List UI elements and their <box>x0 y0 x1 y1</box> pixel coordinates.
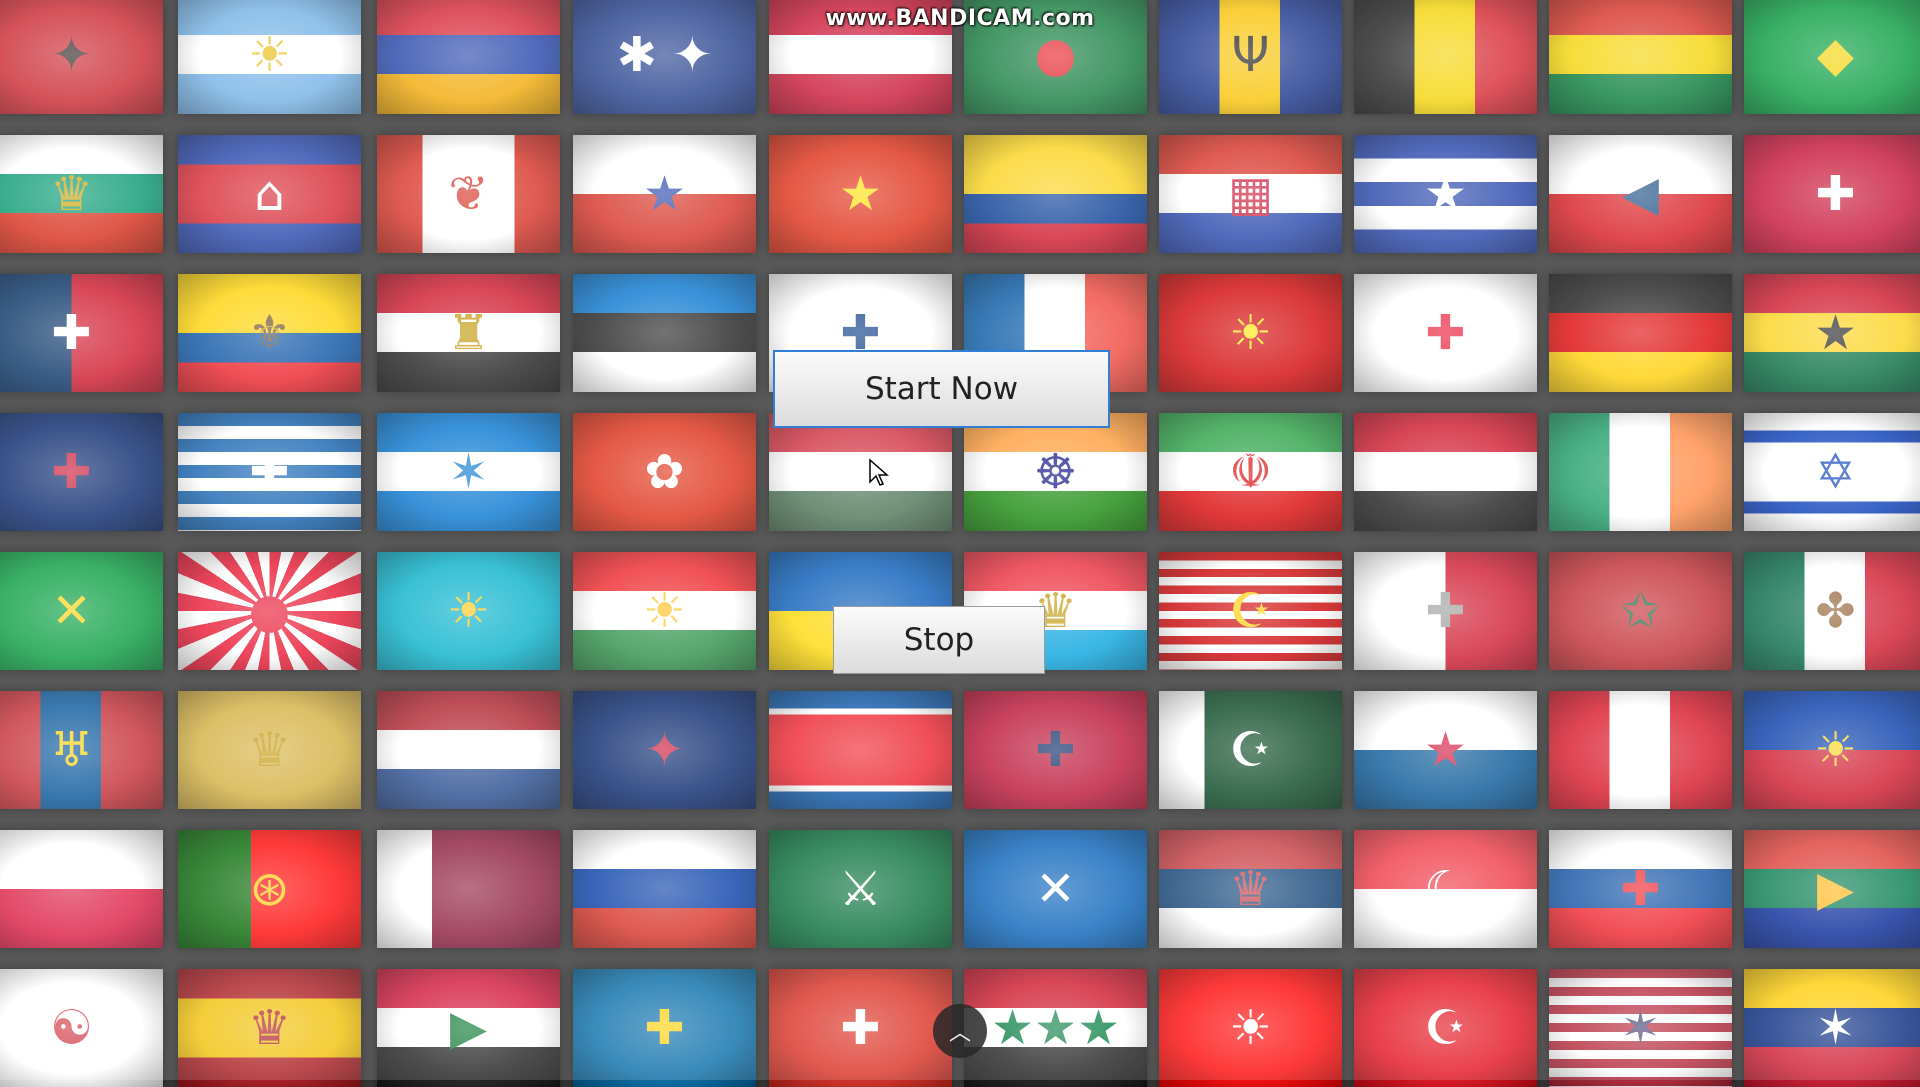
flag-germany <box>1549 274 1732 392</box>
flag-malta-pattern: ✚ <box>1354 552 1537 670</box>
flag-portugal: ⊛ <box>178 830 361 948</box>
flag-india: ☸ <box>964 413 1147 531</box>
flag-south-africa: ▶ <box>1744 830 1920 948</box>
flag-pakistan: ☪ <box>1159 691 1342 809</box>
flag-china: ★ <box>769 135 952 253</box>
flag-iraq <box>1354 413 1537 531</box>
flag-brazil: ◆ <box>1744 0 1920 114</box>
flag-barbados: Ψ <box>1159 0 1342 114</box>
flag-philippines: ☀ <box>1744 691 1920 809</box>
flag-bulgaria: ♛ <box>0 135 163 253</box>
flag-netherlands <box>377 691 560 809</box>
flag-croatia: ▦ <box>1159 135 1342 253</box>
scroll-to-top-button[interactable]: ︿ <box>933 1004 987 1058</box>
flag-australia: ✱ ✦ <box>573 0 756 114</box>
flag-turkey: ☪ <box>1354 969 1537 1087</box>
flag-honduras: ✶ <box>377 413 560 531</box>
flag-syria: ★★★ <box>964 969 1147 1087</box>
flag-singapore: ☾ <box>1354 830 1537 948</box>
flag-estonia <box>573 274 756 392</box>
flag-malaysia: ☪ <box>1159 552 1342 670</box>
flag-poland <box>0 830 163 948</box>
flag-cambodia: ⌂ <box>178 135 361 253</box>
flag-uk: ✚ <box>0 413 163 531</box>
flag-new-zealand: ✦ <box>573 691 756 809</box>
flag-jamaica: ✕ <box>0 552 163 670</box>
flag-serbia: ♛ <box>1159 830 1342 948</box>
flag-qatar <box>377 830 560 948</box>
flag-bolivia <box>1549 0 1732 114</box>
flag-mongolia: ♅ <box>0 691 163 809</box>
flag-ireland <box>1549 413 1732 531</box>
flag-hungary <box>769 413 952 531</box>
flag-czech: ◀ <box>1549 135 1732 253</box>
flag-hong-kong: ✿ <box>573 413 756 531</box>
flag-peru <box>1549 691 1732 809</box>
flag-ghana: ★ <box>1744 274 1920 392</box>
flag-taiwan: ☀ <box>1159 969 1342 1087</box>
flag-north-korea: ★ <box>769 691 952 809</box>
flag-rising-sun: ● <box>178 552 361 670</box>
stop-button[interactable]: Stop <box>833 606 1045 674</box>
flag-albania: ✦ <box>0 0 163 114</box>
start-now-button[interactable]: Start Now <box>773 350 1110 428</box>
flag-colombia <box>964 135 1147 253</box>
flag-usa: ✶ <box>1549 969 1732 1087</box>
flag-egypt: ♜ <box>377 274 560 392</box>
flag-slovakia: ✚ <box>1549 830 1732 948</box>
flag-venezuela: ✶ <box>1744 969 1920 1087</box>
flag-kurdistan: ☀ <box>573 552 756 670</box>
flag-sudan: ▶ <box>377 969 560 1087</box>
flag-switzerland: ✚ <box>769 969 952 1087</box>
flag-ecuador: ⚜ <box>178 274 361 392</box>
flag-wallpaper: ✦☀✱ ✦●Ψ◆♛⌂❦★★▦★◀✚✚⚜♜✚☀✚★✚✚✶✿☸☫✡✕●☀☀♛☪✚✩✤… <box>0 0 1920 1087</box>
flag-georgia: ✚ <box>1354 274 1537 392</box>
flag-macedonia: ☀ <box>1159 274 1342 392</box>
flag-mexico: ✤ <box>1744 552 1920 670</box>
flag-belgium <box>1354 0 1537 114</box>
flag-kazakhstan: ☀ <box>377 552 560 670</box>
flag-cuba: ★ <box>1354 135 1537 253</box>
flag-armenia <box>377 0 560 114</box>
recorder-watermark: www.BANDICAM.com <box>825 6 1095 31</box>
mouse-pointer-icon <box>869 458 889 486</box>
flag-argentina: ☀ <box>178 0 361 114</box>
flag-chile: ★ <box>573 135 756 253</box>
flag-south-korea: ☯ <box>0 969 163 1087</box>
flag-greece: ✚ <box>178 413 361 531</box>
flag-russia <box>573 830 756 948</box>
flag-sweden: ✚ <box>573 969 756 1087</box>
flag-israel: ✡ <box>1744 413 1920 531</box>
flag-canada: ❦ <box>377 135 560 253</box>
chevron-up-icon: ︿ <box>948 1021 971 1046</box>
flag-denmark: ✚ <box>1744 135 1920 253</box>
flag-scotland: ✕ <box>964 830 1147 948</box>
flag-montenegro: ♛ <box>178 691 361 809</box>
flag-saudi-arabia: ⚔ <box>769 830 952 948</box>
flag-panama: ★ <box>1354 691 1537 809</box>
flag-morocco: ✩ <box>1549 552 1732 670</box>
flag-norway: ✚ <box>964 691 1147 809</box>
flag-dominican: ✚ <box>0 274 163 392</box>
flag-spain: ♛ <box>178 969 361 1087</box>
flag-iran: ☫ <box>1159 413 1342 531</box>
